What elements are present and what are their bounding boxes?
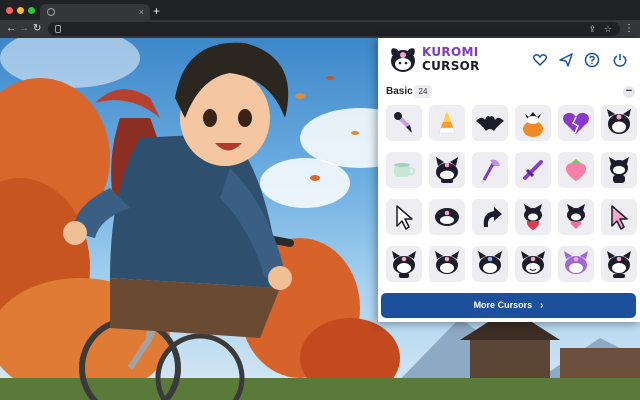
cursor-tile[interactable]	[472, 152, 508, 188]
maximize-window-button[interactable]	[28, 7, 35, 14]
kuromi-bunny-icon	[436, 157, 458, 183]
cursor-tile[interactable]	[386, 105, 422, 141]
cursor-tile[interactable]	[515, 246, 551, 282]
arrow-icon	[396, 205, 413, 230]
kuromi-logo	[391, 48, 415, 72]
cursor-tile[interactable]	[386, 246, 422, 282]
kuromi-sitting-icon	[609, 157, 629, 183]
kuromi-face-icon	[607, 109, 631, 134]
browser-toolbar: ← → ↻ ⇪ ☆ ⋮	[0, 20, 640, 38]
cursor-tile[interactable]	[601, 246, 637, 282]
cursor-tile[interactable]	[558, 199, 594, 235]
forward-button[interactable]: →	[19, 22, 29, 36]
cursor-tile[interactable]	[515, 105, 551, 141]
cursor-tile[interactable]	[386, 152, 422, 188]
teacup-icon	[394, 163, 416, 177]
kuromi-smile-icon	[521, 251, 545, 274]
cursor-tile[interactable]	[601, 152, 637, 188]
cursor-tile[interactable]	[558, 246, 594, 282]
chevron-right-icon: ›	[540, 300, 544, 311]
sword-icon	[523, 160, 543, 180]
site-info-icon[interactable]	[55, 25, 61, 33]
cursor-tile[interactable]	[472, 246, 508, 282]
cursor-tile[interactable]	[601, 199, 637, 235]
cursor-tile[interactable]	[515, 152, 551, 188]
candy-corn-icon	[438, 111, 456, 134]
kuromi-head-icon	[435, 208, 459, 226]
strawberry-icon	[565, 159, 587, 181]
minimize-window-button[interactable]	[17, 7, 24, 14]
kuromi-cursor-popup: KUROMI CURSOR Basic 24 − More Cursors ›	[378, 38, 640, 322]
kuromi-blue-icon	[478, 251, 502, 274]
kuromi-sad-icon	[392, 251, 416, 278]
section-title: Basic	[386, 86, 413, 97]
cursor-tile[interactable]	[601, 105, 637, 141]
kuromi-purple-icon	[564, 251, 588, 274]
kuromi-pen-icon	[394, 112, 412, 133]
close-window-button[interactable]	[6, 7, 13, 14]
tab-close-button[interactable]: ×	[139, 6, 144, 18]
kuromi-wink-icon	[607, 251, 631, 278]
heart-icon[interactable]	[532, 52, 548, 68]
pumpkin-kuromi-icon	[523, 112, 543, 137]
cursor-tile[interactable]	[558, 105, 594, 141]
kuromi-happy-icon	[435, 251, 459, 274]
bookmark-star-icon[interactable]: ☆	[604, 23, 612, 35]
cursor-tile[interactable]	[472, 105, 508, 141]
cursor-tile[interactable]	[558, 152, 594, 188]
cursor-tile[interactable]	[472, 199, 508, 235]
browser-menu-button[interactable]: ⋮	[624, 22, 634, 36]
bat-icon	[476, 116, 504, 131]
back-button[interactable]: ←	[6, 22, 16, 36]
curved-arrow-icon	[483, 207, 502, 227]
axe-icon	[482, 159, 500, 181]
tab-strip: × +	[0, 0, 640, 20]
kuromi-strawberry-icon	[524, 204, 542, 230]
send-icon[interactable]	[558, 52, 574, 68]
share-icon[interactable]: ⇪	[588, 23, 596, 35]
cursor-tile[interactable]	[429, 152, 465, 188]
help-icon[interactable]	[584, 52, 600, 68]
browser-tab[interactable]: ×	[40, 4, 150, 20]
cursor-count-badge: 24	[414, 85, 432, 98]
kuromi-heart-icon	[567, 204, 585, 229]
cursor-tile[interactable]	[429, 105, 465, 141]
more-cursors-label: More Cursors	[473, 300, 533, 310]
reload-button[interactable]: ↻	[33, 22, 41, 36]
cursor-tile[interactable]	[515, 199, 551, 235]
collapse-section-button[interactable]: −	[623, 86, 635, 98]
pink-arrow-icon	[611, 205, 628, 230]
cursor-tile[interactable]	[386, 199, 422, 235]
more-cursors-button[interactable]: More Cursors ›	[381, 293, 636, 318]
broken-heart-icon	[563, 112, 589, 134]
cursor-tile[interactable]	[429, 246, 465, 282]
cursor-tile[interactable]	[429, 199, 465, 235]
brand-title-line2: CURSOR	[422, 59, 480, 73]
brand-title-line1: KUROMI	[422, 45, 479, 59]
address-bar[interactable]: ⇪ ☆	[48, 22, 620, 36]
power-icon[interactable]	[612, 52, 628, 68]
cursor-grid	[386, 105, 637, 282]
globe-icon	[47, 8, 55, 16]
new-tab-button[interactable]: +	[153, 4, 160, 18]
